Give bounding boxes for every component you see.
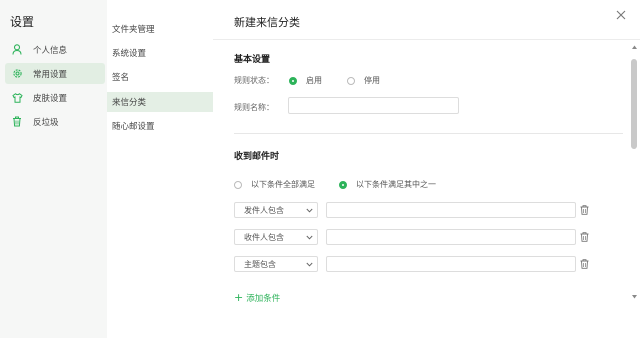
- sidebar-item-skin[interactable]: 皮肤设置: [5, 87, 105, 108]
- radio-label: 以下条件全部满足: [251, 180, 315, 189]
- receive-heading: 收到邮件时: [234, 152, 280, 162]
- chevron-down-icon: [306, 262, 313, 267]
- condition-field-select[interactable]: 主题包含: [234, 256, 318, 272]
- add-condition-label: 添加条件: [246, 293, 281, 304]
- rule-name-label: 规则名称：: [234, 103, 274, 112]
- add-condition-button[interactable]: + 添加条件: [234, 291, 280, 304]
- condition-field-select[interactable]: 收件人包含: [234, 229, 318, 245]
- status-enabled-radio[interactable]: 启用: [289, 75, 322, 86]
- radio-dot: [339, 180, 347, 189]
- sidebar-item-label: 常用设置: [33, 69, 68, 80]
- radio-label: 启用: [306, 76, 322, 85]
- sidebar-item-label: 个人信息: [33, 45, 68, 56]
- gear-icon: [11, 68, 23, 80]
- submenu-item-suixinyou[interactable]: 随心邮设置: [107, 116, 213, 136]
- settings-submenu: 文件夹管理 系统设置 签名 来信分类 随心邮设置: [107, 0, 214, 338]
- sidebar-item-common[interactable]: 常用设置: [5, 63, 105, 84]
- submenu-item-label: 来信分类: [112, 98, 147, 108]
- dialog-title: 新建来信分类: [234, 16, 300, 29]
- delete-condition-icon[interactable]: [580, 232, 589, 242]
- status-label: 规则状态：: [234, 76, 274, 85]
- delete-condition-icon[interactable]: [580, 205, 589, 215]
- sidebar-item-profile[interactable]: 个人信息: [5, 39, 105, 60]
- condition-value-input[interactable]: [326, 202, 576, 218]
- sidebar-item-label: 反垃圾: [33, 117, 59, 128]
- section-divider: [234, 133, 623, 134]
- scrollbar-thumb[interactable]: [631, 59, 637, 149]
- condition-value-input[interactable]: [326, 229, 576, 245]
- sidebar-title: 设置: [10, 15, 35, 29]
- radio-label: 以下条件满足其中之一: [356, 180, 436, 189]
- radio-label: 停用: [364, 76, 380, 85]
- submenu-item-label: 签名: [112, 73, 130, 83]
- basic-settings-heading: 基本设置: [234, 55, 271, 65]
- header-divider: [213, 39, 640, 40]
- radio-dot: [347, 76, 355, 85]
- sidebar-item-label: 皮肤设置: [33, 93, 68, 104]
- scroll-down-icon[interactable]: [631, 294, 638, 300]
- condition-value-input[interactable]: [326, 256, 576, 272]
- radio-dot: [289, 76, 297, 85]
- sidebar-item-antispam[interactable]: 反垃圾: [5, 111, 105, 132]
- chevron-down-icon: [306, 235, 313, 240]
- delete-condition-icon[interactable]: [580, 259, 589, 269]
- trash-bin-icon: [11, 116, 23, 128]
- select-value: 发件人包含: [244, 205, 284, 215]
- rule-name-input[interactable]: [288, 97, 459, 114]
- submenu-item-signature[interactable]: 签名: [107, 67, 213, 87]
- user-icon: [11, 44, 23, 56]
- submenu-item-system[interactable]: 系统设置: [107, 43, 213, 63]
- select-value: 主题包含: [244, 259, 276, 269]
- plus-icon: +: [234, 291, 244, 304]
- match-all-radio[interactable]: 以下条件全部满足: [234, 179, 315, 190]
- match-any-radio[interactable]: 以下条件满足其中之一: [339, 179, 436, 190]
- new-rule-dialog: 新建来信分类 基本设置 规则状态： 启用 停用 规则名称： 收到邮件时 以下条件…: [213, 0, 640, 338]
- close-icon[interactable]: [614, 8, 628, 22]
- radio-dot: [234, 180, 242, 189]
- submenu-item-label: 随心邮设置: [112, 122, 155, 132]
- submenu-item-label: 系统设置: [112, 49, 147, 59]
- chevron-down-icon: [306, 208, 313, 213]
- submenu-item-label: 文件夹管理: [112, 25, 155, 35]
- submenu-item-mail-rules[interactable]: 来信分类: [107, 92, 213, 112]
- select-value: 收件人包含: [244, 232, 284, 242]
- status-disabled-radio[interactable]: 停用: [347, 75, 380, 86]
- settings-sidebar: 设置 个人信息 常用设置 皮肤设置 反垃圾: [0, 0, 107, 338]
- condition-field-select[interactable]: 发件人包含: [234, 202, 318, 218]
- submenu-item-folders[interactable]: 文件夹管理: [107, 19, 213, 39]
- shirt-icon: [11, 92, 23, 104]
